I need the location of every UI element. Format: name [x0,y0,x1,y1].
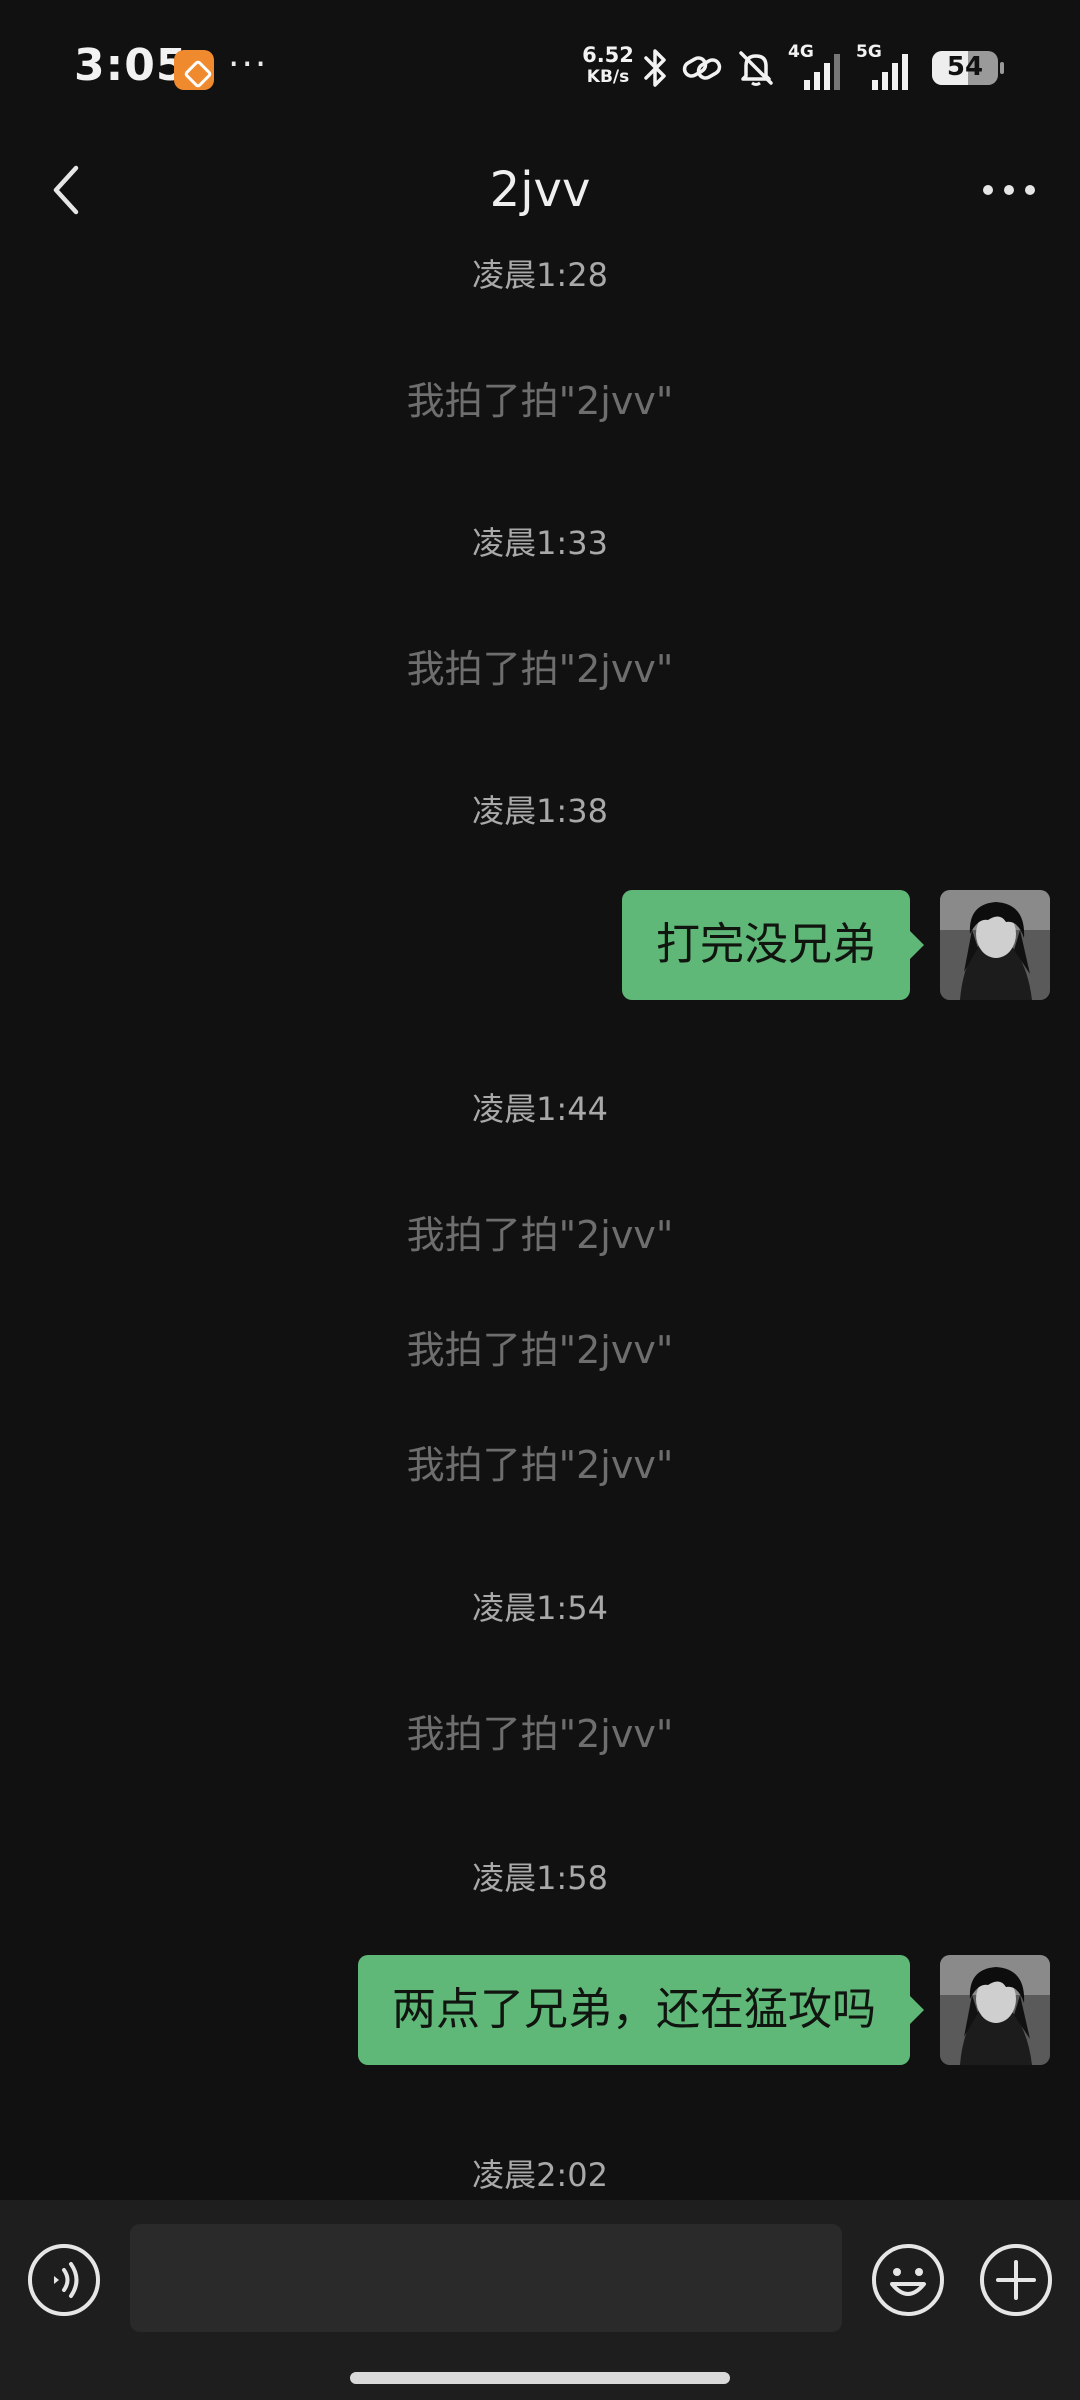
status-bar: 3:05 ··· 6.52 KB/s 4G 5G 54 [0,0,1080,140]
more-actions-button[interactable] [978,2242,1054,2318]
home-indicator[interactable] [350,2372,730,2384]
signal-4g-icon: 4G [788,42,846,94]
timestamp: 凌晨1:54 [472,1589,608,1627]
plus-icon [980,2244,1052,2316]
chat-title: 2jvv [489,162,591,218]
timestamp: 凌晨1:33 [472,524,608,562]
timestamp: 凌晨1:44 [472,1090,608,1128]
network-speed-value: 6.52 [582,43,634,67]
emoji-button[interactable] [870,2242,946,2318]
battery-level: 54 [946,52,984,82]
bluetooth-icon [640,46,670,90]
avatar[interactable] [940,890,1050,1000]
pat-system-message: 我拍了拍"2jvv" [406,1443,674,1487]
network-speed-unit: KB/s [586,67,630,87]
timestamp: 凌晨1:58 [472,1859,608,1897]
app-notification-icon [174,50,214,90]
chat-screen: 3:05 ··· 6.52 KB/s 4G 5G 54 2jvv 凌晨1:28 … [0,0,1080,2400]
mute-bell-icon [734,46,778,90]
message-list[interactable]: 凌晨1:28 我拍了拍"2jvv" 凌晨1:33 我拍了拍"2jvv" 凌晨1:… [0,250,1080,2200]
avatar[interactable] [940,1955,1050,2065]
pat-system-message: 我拍了拍"2jvv" [406,1213,674,1257]
more-options-button[interactable] [974,160,1044,220]
message-input[interactable] [130,2224,842,2332]
hotspot-link-icon [680,46,724,90]
status-time: 3:05 [74,40,188,91]
sent-message-bubble[interactable]: 打完没兄弟 [622,890,924,1000]
timestamp: 凌晨2:02 [472,2156,608,2194]
status-icons: 4G 5G 54 [640,42,1004,94]
emoji-icon [872,2244,944,2316]
network-speed: 6.52 KB/s [580,44,636,88]
voice-icon [28,2244,100,2316]
timestamp: 凌晨1:38 [472,792,608,830]
chat-header: 2jvv [0,140,1080,250]
more-dots-icon [983,185,1035,195]
pat-system-message: 我拍了拍"2jvv" [406,379,674,423]
timestamp: 凌晨1:28 [472,256,608,294]
pat-system-message: 我拍了拍"2jvv" [406,1712,674,1756]
voice-button[interactable] [26,2242,102,2318]
pat-system-message: 我拍了拍"2jvv" [406,647,674,691]
input-bar [0,2200,1080,2400]
pat-system-message: 我拍了拍"2jvv" [406,1328,674,1372]
signal-5g-icon: 5G [856,42,914,94]
status-more-notifications: ··· [228,44,269,85]
battery-icon: 54 [932,51,1004,85]
sent-message-bubble[interactable]: 两点了兄弟，还在猛攻吗 [358,1955,924,2065]
